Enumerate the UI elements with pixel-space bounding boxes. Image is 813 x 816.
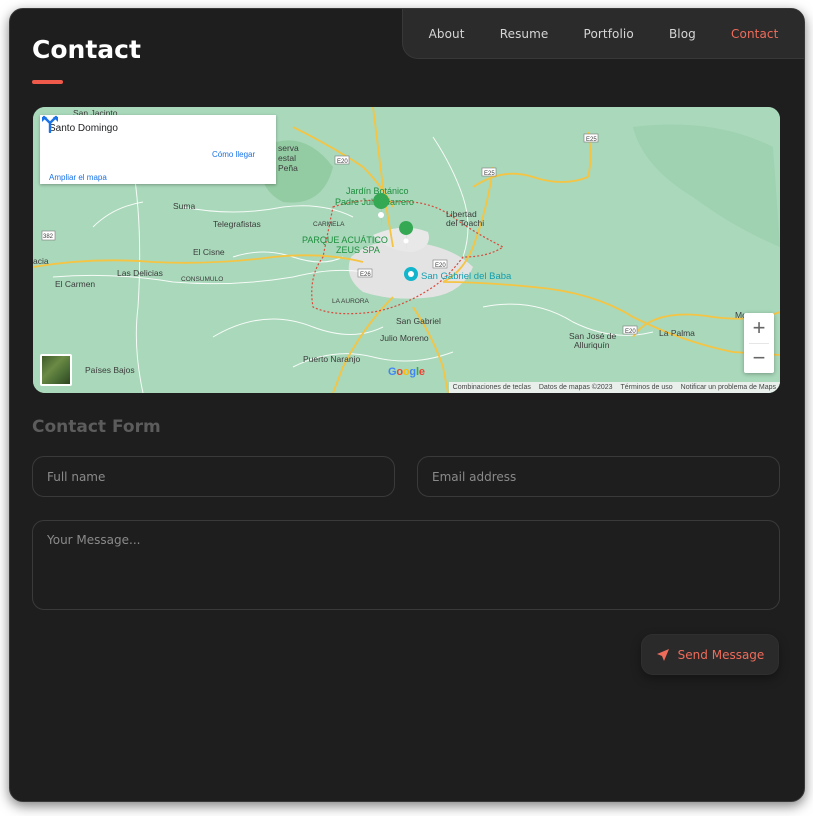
svg-text:E20: E20 xyxy=(435,263,446,269)
send-message-button[interactable]: Send Message xyxy=(641,634,779,675)
directions-icon[interactable] xyxy=(40,115,60,133)
map-label-el-carmen: El Carmen xyxy=(55,279,95,289)
road-shield-e20-a: E20 xyxy=(334,155,350,165)
nav-resume[interactable]: Resume xyxy=(500,27,549,41)
main-card: About Resume Portfolio Blog Contact Cont… xyxy=(9,8,805,802)
svg-text:E20: E20 xyxy=(337,159,348,165)
nav-about[interactable]: About xyxy=(429,27,465,41)
zoo-pin-icon[interactable] xyxy=(404,267,418,281)
fullname-input[interactable] xyxy=(32,456,395,497)
map-label-carmela: CARMELA xyxy=(313,221,345,228)
message-textarea[interactable] xyxy=(32,520,780,610)
road-shield-e25-b: E25 xyxy=(583,133,599,143)
map-shortcuts-link[interactable]: Combinaciones de teclas xyxy=(453,384,531,391)
road-shield-382: 382 xyxy=(41,230,56,241)
zoom-in-button[interactable]: + xyxy=(744,313,774,343)
map-label-las-delicias: Las Delicias xyxy=(117,268,163,278)
map-label-reserva-1: serva xyxy=(278,143,299,153)
map-label-san-jose-2: Alluriquín xyxy=(574,340,610,350)
road-shield-e20-b: E20 xyxy=(432,259,448,269)
zoom-out-button[interactable]: − xyxy=(744,343,774,373)
map-data-credit: Datos de mapas ©2023 xyxy=(538,384,613,391)
map-label-la-aurora: LA AURORA xyxy=(332,298,370,305)
google-logo: Google xyxy=(388,366,425,378)
map-footer: Combinaciones de teclas Datos de mapas ©… xyxy=(448,382,780,393)
map-directions-link[interactable]: Cómo llegar xyxy=(212,150,255,159)
svg-text:E20: E20 xyxy=(625,329,636,335)
map-label-julio-moreno: Julio Moreno xyxy=(380,333,429,343)
road-shield-e20-c: E20 xyxy=(622,325,638,335)
map-report-link[interactable]: Notificar un problema de Maps xyxy=(681,384,776,391)
satellite-toggle[interactable] xyxy=(40,354,72,386)
nav-contact[interactable]: Contact xyxy=(731,27,778,41)
map-enlarge-link[interactable]: Ampliar el mapa xyxy=(49,173,107,182)
map-label-la-palma: La Palma xyxy=(659,328,695,338)
map-info-card: Santo Domingo Cómo llegar Ampliar el map… xyxy=(40,115,276,184)
map-label-consumulo: CONSUMULO xyxy=(181,276,223,283)
contact-form-title: Contact Form xyxy=(32,417,161,437)
map-label-reserva-3: Peña xyxy=(278,163,298,173)
map-label-parque-2: ZEUS SPA xyxy=(336,245,380,255)
page-title: Contact xyxy=(32,35,141,64)
nav-portfolio[interactable]: Portfolio xyxy=(584,27,634,41)
title-underline xyxy=(32,80,63,84)
road-shield-e26: E26 xyxy=(357,268,373,278)
map-label-acia: acia xyxy=(33,256,49,266)
paper-plane-icon xyxy=(656,648,669,661)
map-label-el-cisne: El Cisne xyxy=(193,247,225,257)
zoom-control: + − xyxy=(744,313,774,373)
map-label-reserva-2: estal xyxy=(278,153,296,163)
map-label-suma: Suma xyxy=(173,201,195,211)
nav-blog[interactable]: Blog xyxy=(669,27,696,41)
svg-text:E26: E26 xyxy=(360,272,371,278)
map-terms-link[interactable]: Términos de uso xyxy=(621,384,673,391)
map-label-telegrafistas: Telegrafistas xyxy=(213,219,261,229)
svg-text:382: 382 xyxy=(43,234,54,240)
map-label-libertad-2: del Toachi xyxy=(446,218,484,228)
map-label-puerto-naranjo: Puerto Naranjo xyxy=(303,354,360,364)
svg-text:E25: E25 xyxy=(586,137,597,143)
road-shield-e25-a: E25 xyxy=(481,167,497,177)
map-embed[interactable]: San Jacinto serva estal Peña Suma Telegr… xyxy=(33,107,780,393)
map-label-paises-bajos: Países Bajos xyxy=(85,365,135,375)
email-input[interactable] xyxy=(417,456,780,497)
map-label-san-gabriel-baba: San Gabriel del Baba xyxy=(421,271,512,282)
navbar: About Resume Portfolio Blog Contact xyxy=(402,9,804,59)
svg-text:E25: E25 xyxy=(484,171,495,177)
map-label-parque-1: PARQUE ACUÁTICO xyxy=(302,235,388,245)
send-message-label: Send Message xyxy=(677,647,765,662)
map-label-san-gabriel: San Gabriel xyxy=(396,316,441,326)
